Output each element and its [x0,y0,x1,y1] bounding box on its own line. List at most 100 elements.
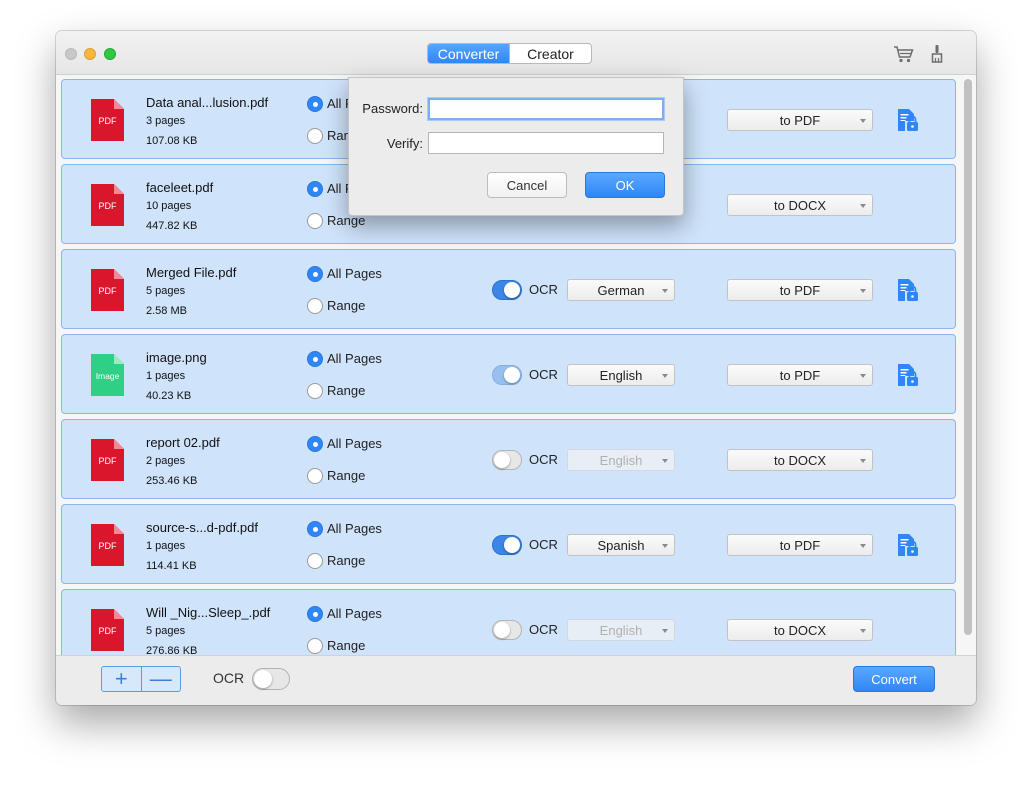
range-radio[interactable] [307,468,323,484]
all-pages-radio[interactable] [307,96,323,112]
toggle-knob [494,622,510,638]
file-size: 447.82 KB [146,220,198,232]
bottom-toolbar: + — OCR Convert [56,655,976,705]
all-pages-label[interactable]: All Pages [327,436,382,451]
close-window-button[interactable] [65,48,77,60]
all-pages-label[interactable]: All Pages [327,521,382,536]
file-name: faceleet.pdf [146,180,214,195]
file-row[interactable]: Image image.png 1 pages 40.23 KB All Pages Ra… [61,334,956,414]
output-format-select[interactable]: to PDF [727,534,873,556]
list-scrollbar[interactable] [964,79,972,635]
range-radio[interactable] [307,553,323,569]
file-size: 2.58 MB [146,305,187,317]
file-type-text: PDF [99,286,118,296]
file-size: 114.41 KB [146,560,197,572]
password-dialog: Password: Verify: Cancel OK [348,77,684,216]
cart-icon[interactable] [893,44,915,64]
range-label[interactable]: Range [327,298,365,313]
ocr-label: OCR [529,622,558,637]
range-label[interactable]: Range [327,553,365,568]
password-lock-icon[interactable] [897,363,919,387]
all-pages-label[interactable]: All Pages [327,351,382,366]
ocr-toggle[interactable] [492,280,522,300]
file-row[interactable]: PDF report 02.pdf 2 pages 253.46 KB All Page… [61,419,956,499]
ok-button[interactable]: OK [585,172,665,198]
range-label[interactable]: Range [327,383,365,398]
ocr-language-select[interactable]: Spanish [567,534,675,556]
global-ocr-label: OCR [213,670,245,686]
output-format-select[interactable]: to DOCX [727,449,873,471]
range-label[interactable]: Range [327,638,365,653]
ocr-toggle[interactable] [492,535,522,555]
convert-button[interactable]: Convert [853,666,935,692]
pdf-file-icon: PDF [91,269,124,311]
file-pages: 5 pages [146,625,186,637]
brush-icon[interactable] [926,44,948,64]
zoom-window-button[interactable] [104,48,116,60]
range-radio[interactable] [307,638,323,654]
pdf-file-icon: PDF [91,439,124,481]
file-pages: 10 pages [146,200,192,212]
pdf-file-icon: PDF [91,524,124,566]
all-pages-radio[interactable] [307,436,323,452]
ocr-label: OCR [529,282,558,297]
remove-file-button[interactable]: — [140,667,181,691]
all-pages-radio[interactable] [307,266,323,282]
all-pages-label[interactable]: All Pages [327,266,382,281]
cancel-button[interactable]: Cancel [487,172,567,198]
file-row[interactable]: PDF source-s...d-pdf.pdf 1 pages 114.41 KB A… [61,504,956,584]
minimize-window-button[interactable] [84,48,96,60]
password-lock-icon[interactable] [897,533,919,557]
tab-converter[interactable]: Converter [428,44,509,63]
ocr-toggle[interactable] [492,365,522,385]
ocr-language-select: English [567,449,675,471]
password-field[interactable] [428,98,664,120]
ocr-toggle[interactable] [492,620,522,640]
verify-field[interactable] [428,132,664,154]
all-pages-radio[interactable] [307,606,323,622]
file-row[interactable]: PDF Merged File.pdf 5 pages 2.58 MB All Page… [61,249,956,329]
range-label[interactable]: Range [327,468,365,483]
file-size: 107.08 KB [146,135,198,147]
file-type-text: Image [96,371,120,381]
verify-label: Verify: [386,136,423,151]
file-type-text: PDF [99,541,118,551]
password-label: Password: [362,101,423,116]
file-pages: 1 pages [146,370,186,382]
all-pages-radio[interactable] [307,351,323,367]
file-row[interactable]: PDF Will _Nig...Sleep_.pdf 5 pages 276.86 K… [61,589,956,655]
file-name: Merged File.pdf [146,265,237,280]
file-type-text: PDF [99,201,118,211]
password-lock-icon[interactable] [897,108,919,132]
output-format-select[interactable]: to DOCX [727,619,873,641]
password-lock-icon[interactable] [897,278,919,302]
tab-creator[interactable]: Creator [509,44,591,63]
ocr-language-select: English [567,619,675,641]
output-format-select[interactable]: to DOCX [727,194,873,216]
range-radio[interactable] [307,383,323,399]
output-format-select[interactable]: to PDF [727,279,873,301]
ocr-label: OCR [529,537,558,552]
all-pages-radio[interactable] [307,521,323,537]
mode-switcher: Converter Creator [427,43,592,64]
ocr-language-select[interactable]: German [567,279,675,301]
output-format-select[interactable]: to PDF [727,364,873,386]
file-pages: 2 pages [146,455,186,467]
all-pages-radio[interactable] [307,181,323,197]
file-name: image.png [146,350,207,365]
toggle-knob [504,537,520,553]
ocr-toggle[interactable] [492,450,522,470]
add-file-button[interactable]: + [102,667,141,691]
output-format-select[interactable]: to PDF [727,109,873,131]
file-name: Data anal...lusion.pdf [146,95,269,110]
range-radio[interactable] [307,213,323,229]
global-ocr-toggle[interactable] [252,668,290,690]
range-radio[interactable] [307,128,323,144]
ocr-language-select[interactable]: English [567,364,675,386]
all-pages-label[interactable]: All Pages [327,606,382,621]
file-type-text: PDF [99,116,118,126]
toggle-knob [504,367,520,383]
range-radio[interactable] [307,298,323,314]
ocr-label: OCR [529,452,558,467]
file-size: 253.46 KB [146,475,198,487]
